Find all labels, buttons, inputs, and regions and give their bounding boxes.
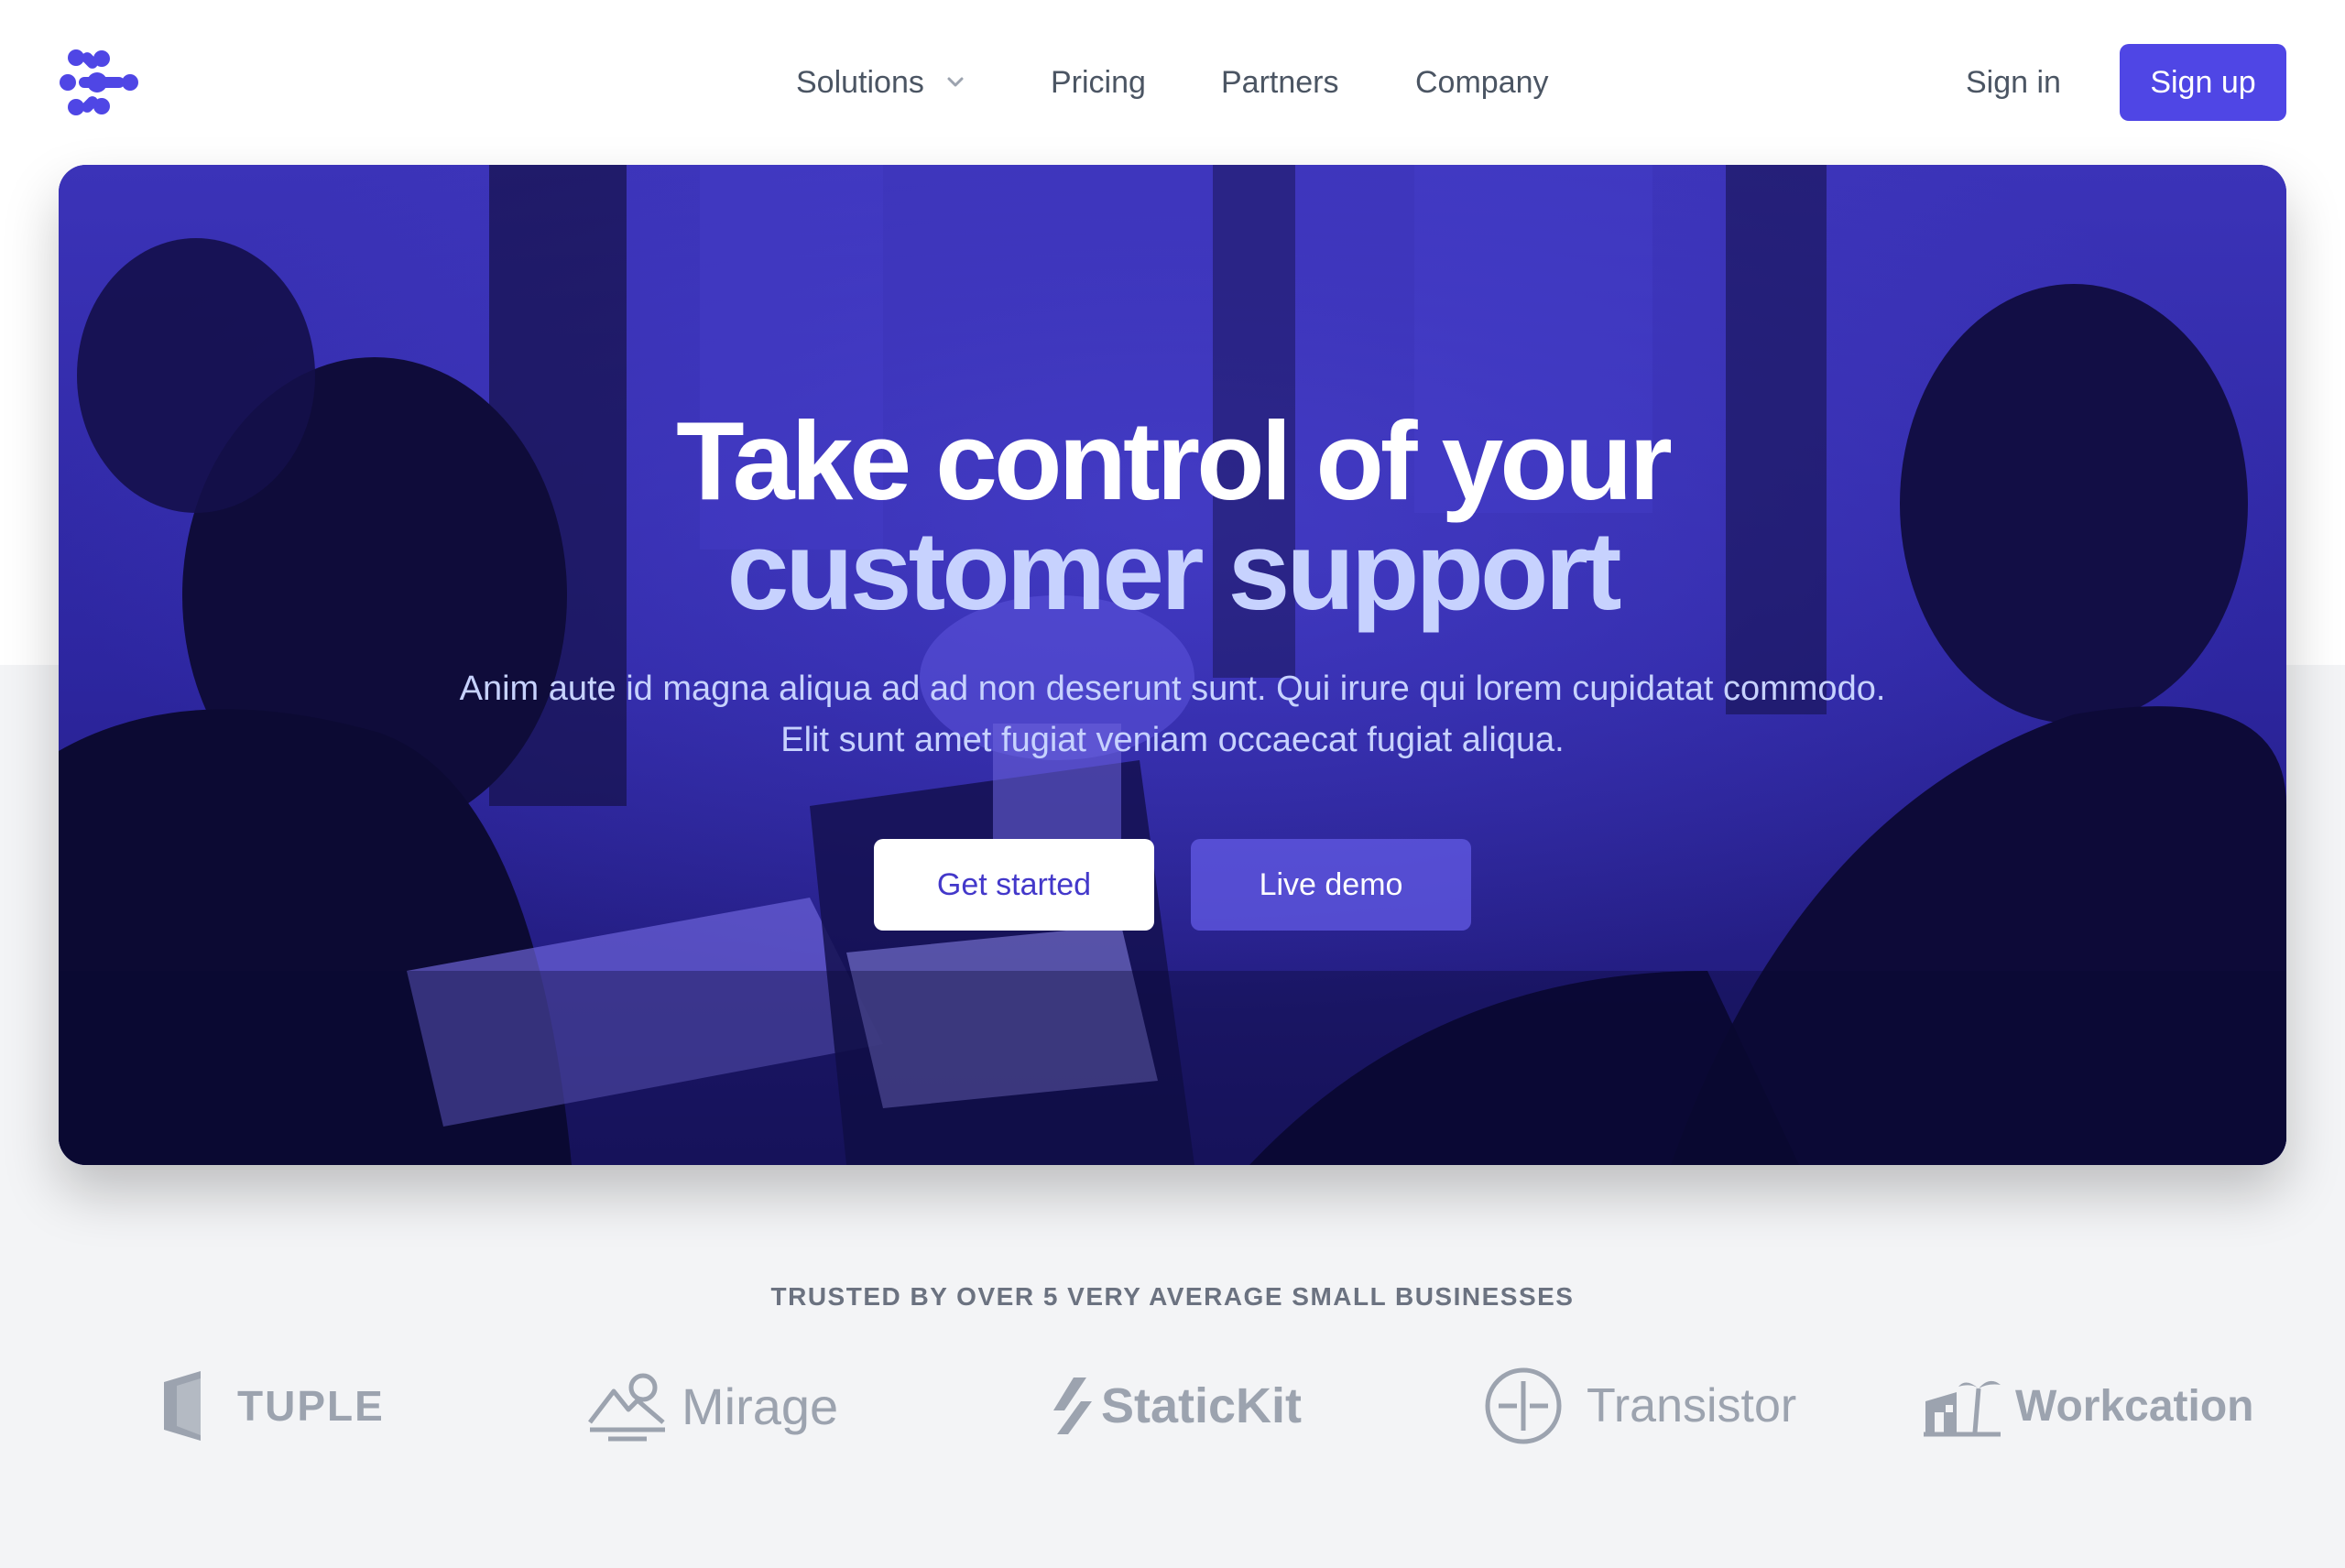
hero-title-line1: Take control of your <box>676 398 1673 523</box>
hero-subtitle: Anim aute id magna aliqua ad ad non dese… <box>459 670 1886 759</box>
sign-up-button[interactable]: Sign up <box>2120 44 2286 121</box>
brand-transistor-name: Transistor <box>1587 1379 1797 1432</box>
sign-in-link[interactable]: Sign in <box>1966 57 2061 108</box>
nav-partners-wrap: Partners <box>1221 57 1339 108</box>
customer-logos: TUPLE Mirage StaticKit Transistor Workca… <box>0 1356 2345 1465</box>
nav-item-company[interactable]: Company <box>1415 65 1549 101</box>
brand-statickit: StaticKit <box>1053 1356 1302 1456</box>
tuple-logo-icon <box>164 1371 201 1441</box>
site-header: Solutions Pricing Partners Company Sign … <box>0 0 2345 165</box>
nav-pricing-wrap: Pricing <box>1051 57 1146 108</box>
nav-solutions-label: Solutions <box>796 64 924 100</box>
nav-item-pricing[interactable]: Pricing <box>1051 65 1146 101</box>
transistor-logo-icon <box>1485 1367 1562 1444</box>
nav-solutions[interactable]: Solutions <box>796 57 968 108</box>
hero-section: Take control of your customer support An… <box>59 165 2286 1165</box>
hero-title-line2: customer support <box>726 508 1621 633</box>
nav-item-solutions[interactable]: Solutions <box>796 65 968 101</box>
brand-mirage: Mirage <box>586 1356 838 1456</box>
hero-content: Take control of your customer support An… <box>59 165 2286 1165</box>
trusted-heading: TRUSTED BY OVER 5 VERY AVERAGE SMALL BUS… <box>770 1282 1575 1311</box>
mirage-logo-icon <box>588 1373 665 1442</box>
brand-logo-icon[interactable] <box>59 46 141 119</box>
statickit-logo-icon <box>1053 1377 1092 1434</box>
brand-transistor: Transistor <box>1484 1356 1796 1456</box>
get-started-button[interactable]: Get started <box>874 839 1154 931</box>
brand-workcation: Workcation <box>1922 1356 2253 1456</box>
nav-company-wrap: Company <box>1415 57 1549 108</box>
brand-tuple: TUPLE <box>160 1356 385 1456</box>
nav-item-partners[interactable]: Partners <box>1221 65 1339 101</box>
live-demo-button[interactable]: Live demo <box>1191 839 1471 931</box>
brand-statickit-name: StaticKit <box>1101 1378 1303 1433</box>
brand-workcation-name: Workcation <box>2015 1381 2254 1431</box>
brand-mirage-name: Mirage <box>682 1377 839 1435</box>
chevron-down-icon <box>947 77 964 87</box>
brand-tuple-name: TUPLE <box>237 1382 385 1430</box>
workcation-logo-icon <box>1924 1380 2001 1437</box>
